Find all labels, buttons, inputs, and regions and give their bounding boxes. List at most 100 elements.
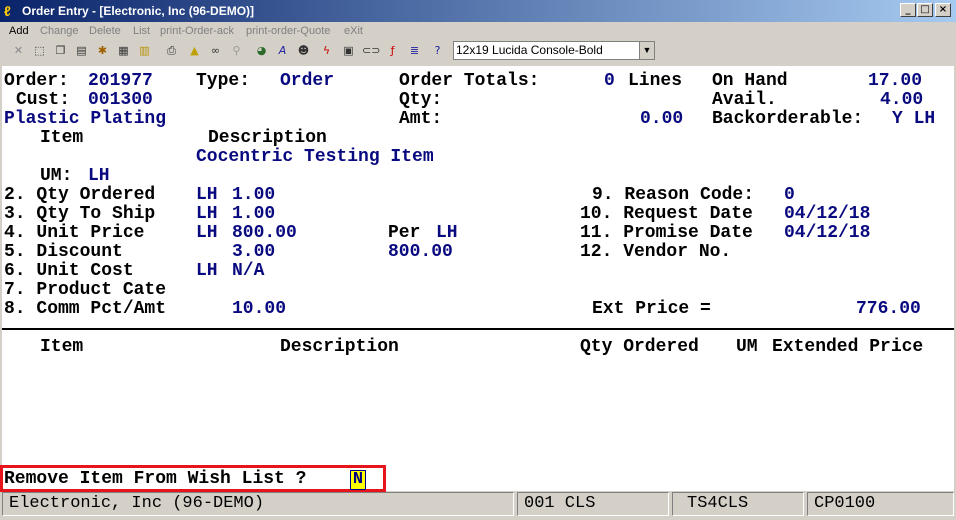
per-um: LH <box>436 223 458 243</box>
unit-cost-um: LH <box>196 261 218 281</box>
unit-cost-label: 6. Unit Cost <box>4 261 134 281</box>
divider <box>2 328 954 330</box>
backorderable-label: Backorderable: <box>712 109 864 129</box>
prompt-question: Remove Item From Wish List ? <box>4 469 307 489</box>
link-icon[interactable]: ⊂⊃ <box>362 42 380 59</box>
avail-label: Avail. <box>712 90 777 110</box>
avail-value: 4.00 <box>880 90 924 110</box>
qty-ordered-value: 1.00 <box>232 185 276 205</box>
menu-change[interactable]: Change <box>40 25 79 37</box>
copy-icon[interactable]: ❐ <box>52 42 69 59</box>
search-icon[interactable]: ⚲ <box>228 42 245 59</box>
column-header-item: Item <box>40 337 84 357</box>
column-header-qty-ordered: Qty Ordered <box>580 337 699 357</box>
column-header-extended-price: Extended Price <box>772 337 924 357</box>
maximize-button[interactable]: □ <box>917 3 933 17</box>
menu-print-ack[interactable]: print-Order-ack <box>160 25 234 37</box>
order-totals-label: Order Totals: <box>399 71 540 91</box>
list-icon[interactable]: ≣ <box>406 42 423 59</box>
customer-name: Plastic Plating <box>4 109 167 129</box>
qty-to-ship-um: LH <box>196 204 218 224</box>
font-icon[interactable]: A <box>274 42 291 59</box>
promise-date-value: 04/12/18 <box>784 223 871 243</box>
qty-ordered-um: LH <box>196 185 218 205</box>
close-button[interactable]: × <box>935 3 951 17</box>
item-label: Item <box>40 128 84 148</box>
discount-label: 5. Discount <box>4 242 123 262</box>
menu-print-quote[interactable]: print-order-Quote <box>246 25 330 37</box>
globe-icon[interactable]: ◕ <box>253 42 270 59</box>
paste-icon[interactable]: ▤ <box>73 42 90 59</box>
font-select[interactable]: 12x19 Lucida Console-Bold ▼ <box>453 41 655 60</box>
select-icon[interactable]: ⬚ <box>31 42 48 59</box>
qty-to-ship-value: 1.00 <box>232 204 276 224</box>
properties-icon[interactable]: ▦ <box>115 42 132 59</box>
unit-price-um: LH <box>196 223 218 243</box>
type-label: Type: <box>196 71 251 91</box>
vendor-no-label: 12. Vendor No. <box>580 242 732 262</box>
um-value: LH <box>88 166 110 186</box>
promise-date-label: 11. Promise Date <box>580 223 753 243</box>
font-select-value: 12x19 Lucida Console-Bold <box>456 43 603 57</box>
product-category-label: 7. Product Cate <box>4 280 167 300</box>
menu-delete[interactable]: Delete <box>89 25 121 37</box>
notes-icon[interactable]: ▥ <box>136 42 153 59</box>
lines-label: Lines <box>628 71 683 91</box>
status-company: Electronic, Inc (96-DEMO) <box>2 492 514 516</box>
lightning-icon[interactable]: ϟ <box>318 42 335 59</box>
close-icon[interactable]: ✕ <box>10 42 27 59</box>
um-label: UM: <box>40 166 73 186</box>
help-icon[interactable]: ? <box>429 42 446 59</box>
app-icon: ℓ <box>4 3 11 19</box>
status-terminal: TS4CLS <box>672 492 804 516</box>
unit-price-value: 800.00 <box>232 223 297 243</box>
request-date-label: 10. Request Date <box>580 204 753 224</box>
window-title: Order Entry - [Electronic, Inc (96-DEMO)… <box>22 4 255 18</box>
on-hand-label: On Hand <box>712 71 788 91</box>
qty-ordered-label: 2. Qty Ordered <box>4 185 156 205</box>
unit-price-label: 4. Unit Price <box>4 223 145 243</box>
unit-cost-value: N/A <box>232 261 265 281</box>
column-header-description: Description <box>280 337 399 357</box>
on-hand-value: 17.00 <box>868 71 923 91</box>
backorderable-value: Y LH <box>892 109 936 129</box>
discount-value: 3.00 <box>232 242 276 262</box>
menu-add[interactable]: Add <box>9 25 29 37</box>
binoculars-icon[interactable]: ∞ <box>207 42 224 59</box>
status-port: CP0100 <box>807 492 954 516</box>
minimize-button[interactable]: _ <box>900 3 916 17</box>
discounted-price: 800.00 <box>388 242 453 262</box>
description-label: Description <box>208 128 327 148</box>
menu-list[interactable]: List <box>133 25 150 37</box>
item-description: Cocentric Testing Item <box>196 147 434 167</box>
comm-pct-value: 10.00 <box>232 299 287 319</box>
column-header-um: UM <box>736 337 758 357</box>
lines-count: 0 <box>604 71 615 91</box>
qty-to-ship-label: 3. Qty To Ship <box>4 204 156 224</box>
status-cls: 001 CLS <box>517 492 669 516</box>
comm-pct-label: 8. Comm Pct/Amt <box>4 299 167 319</box>
prompt-answer-input[interactable]: N <box>350 470 366 490</box>
alert-icon[interactable]: ▲ <box>186 42 203 59</box>
order-number: 201977 <box>88 71 153 91</box>
reason-code-label: 9. Reason Code: <box>592 185 755 205</box>
menu-bar: Add Change Delete List print-Order-ack p… <box>0 22 956 40</box>
cust-label: Cust: <box>16 90 71 110</box>
function-icon[interactable]: ƒ <box>384 42 401 59</box>
chevron-down-icon[interactable]: ▼ <box>639 42 654 59</box>
print-icon[interactable]: ⎙ <box>163 42 180 59</box>
order-label: Order: <box>4 71 69 91</box>
amt-value: 0.00 <box>640 109 684 129</box>
menu-exit[interactable]: eXit <box>344 25 363 37</box>
terminal-screen: Order: 201977 Type: Order Order Totals: … <box>2 66 954 491</box>
settings-icon[interactable]: ✱ <box>94 42 111 59</box>
order-type: Order <box>280 71 335 91</box>
ext-price-label: Ext Price = <box>592 299 711 319</box>
toolbar: ✕ ⬚ ❐ ▤ ✱ ▦ ▥ ⎙ ▲ ∞ ⚲ ◕ A ☻ ϟ ▣ ⊂⊃ ƒ ≣ ?… <box>0 40 956 62</box>
calculator-icon[interactable]: ▣ <box>340 42 357 59</box>
per-label: Per <box>388 223 421 243</box>
request-date-value: 04/12/18 <box>784 204 871 224</box>
reason-code-value: 0 <box>784 185 795 205</box>
amt-label: Amt: <box>399 109 443 129</box>
user-icon[interactable]: ☻ <box>295 42 312 59</box>
